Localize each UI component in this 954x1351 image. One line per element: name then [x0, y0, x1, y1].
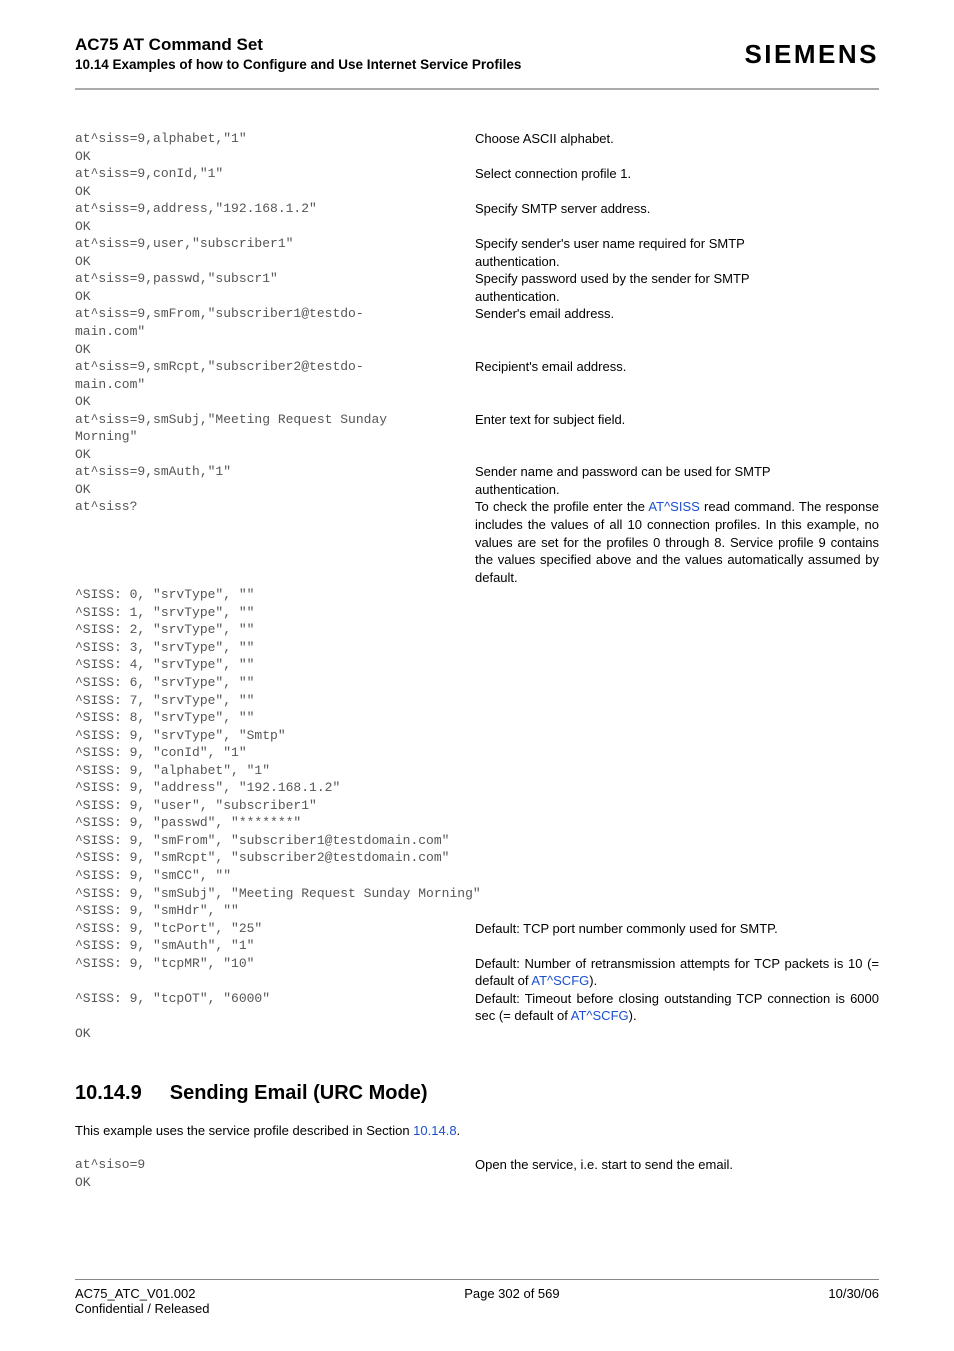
- page-footer: AC75_ATC_V01.002 Page 302 of 569 10/30/0…: [75, 1279, 879, 1316]
- doc-subtitle: 10.14 Examples of how to Configure and U…: [75, 57, 521, 72]
- terminal-line: ^SISS: 9, "tcpMR", "10": [75, 955, 475, 973]
- section-ref-link[interactable]: 10.14.8: [413, 1123, 456, 1138]
- footer-date: 10/30/06: [828, 1286, 879, 1301]
- content-area: at^siss=9,alphabet,"1"Choose ASCII alpha…: [75, 130, 879, 1192]
- terminal-line: at^siss=9,smSubj,"Meeting Request Sunday: [75, 411, 475, 429]
- terminal-description: To check the profile enter the AT^SISS r…: [475, 498, 879, 586]
- terminal-line: at^siss=9,passwd,"subscr1": [75, 270, 475, 288]
- terminal-line: OK: [75, 253, 475, 271]
- terminal-line: OK: [75, 1174, 475, 1192]
- terminal-description: authentication.: [475, 288, 879, 306]
- terminal-description: Specify password used by the sender for …: [475, 270, 879, 288]
- terminal-description: Sender's email address.: [475, 305, 879, 323]
- terminal-line: OK: [75, 481, 475, 499]
- terminal-description: Sender name and password can be used for…: [475, 463, 879, 481]
- footer-confidential: Confidential / Released: [75, 1301, 879, 1316]
- terminal-line: OK: [75, 183, 475, 201]
- terminal-line: OK: [75, 393, 475, 411]
- at-scfg-link[interactable]: AT^SCFG: [531, 973, 589, 988]
- terminal-description: authentication.: [475, 481, 879, 499]
- terminal-line: at^siss=9,user,"subscriber1": [75, 235, 475, 253]
- section-heading: 10.14.9 Sending Email (URC Mode): [75, 1082, 879, 1105]
- terminal-line: ^SISS: 9, "smAuth", "1": [75, 937, 475, 955]
- terminal-description: Specify sender's user name required for …: [475, 235, 879, 253]
- terminal-line: main.com": [75, 376, 475, 394]
- terminal-line: OK: [75, 148, 475, 166]
- terminal-description: Select connection profile 1.: [475, 165, 879, 183]
- terminal-line: OK: [75, 446, 475, 464]
- terminal-line: ^SISS: 9, "tcpOT", "6000": [75, 990, 475, 1008]
- at-siss-link[interactable]: AT^SISS: [648, 499, 699, 514]
- terminal-description: Enter text for subject field.: [475, 411, 879, 429]
- terminal-line: at^siss=9,smAuth,"1": [75, 463, 475, 481]
- terminal-line: at^siso=9: [75, 1156, 475, 1174]
- section-title: Sending Email (URC Mode): [170, 1082, 428, 1105]
- terminal-description: Specify SMTP server address.: [475, 200, 879, 218]
- section-intro: This example uses the service profile de…: [75, 1123, 879, 1138]
- footer-page: Page 302 of 569: [464, 1286, 559, 1301]
- terminal-description: authentication.: [475, 253, 879, 271]
- terminal-line: OK: [75, 341, 475, 359]
- brand-logo: SIEMENS: [744, 39, 879, 70]
- header-rule: [75, 88, 879, 90]
- doc-title: AC75 AT Command Set: [75, 35, 521, 55]
- terminal-line: main.com": [75, 323, 475, 341]
- terminal-line: OK: [75, 288, 475, 306]
- terminal-line: at^siss?: [75, 498, 475, 516]
- terminal-line: Morning": [75, 428, 475, 446]
- terminal-line: at^siss=9,alphabet,"1": [75, 130, 475, 148]
- terminal-line: at^siss=9,smFrom,"subscriber1@testdo-: [75, 305, 475, 323]
- terminal-line: OK: [75, 218, 475, 236]
- at-scfg-link[interactable]: AT^SCFG: [571, 1008, 629, 1023]
- section-number: 10.14.9: [75, 1082, 142, 1105]
- terminal-line: at^siss=9,smRcpt,"subscriber2@testdo-: [75, 358, 475, 376]
- footer-version: AC75_ATC_V01.002: [75, 1286, 195, 1301]
- page-header: AC75 AT Command Set 10.14 Examples of ho…: [75, 35, 879, 82]
- terminal-description: Open the service, i.e. start to send the…: [475, 1156, 879, 1174]
- footer-rule: [75, 1279, 879, 1280]
- terminal-description: Default: Timeout before closing outstand…: [475, 990, 879, 1025]
- terminal-description: Recipient's email address.: [475, 358, 879, 376]
- terminal-line: ^SISS: 9, "tcPort", "25": [75, 920, 475, 938]
- terminal-description: Choose ASCII alphabet.: [475, 130, 879, 148]
- terminal-line: at^siss=9,address,"192.168.1.2": [75, 200, 475, 218]
- siss-response-block: ^SISS: 0, "srvType", "" ^SISS: 1, "srvTy…: [75, 586, 879, 919]
- terminal-description: Default: Number of retransmission attemp…: [475, 955, 879, 990]
- terminal-line: OK: [75, 1025, 475, 1043]
- terminal-description: Default: TCP port number commonly used f…: [475, 920, 879, 938]
- terminal-line: at^siss=9,conId,"1": [75, 165, 475, 183]
